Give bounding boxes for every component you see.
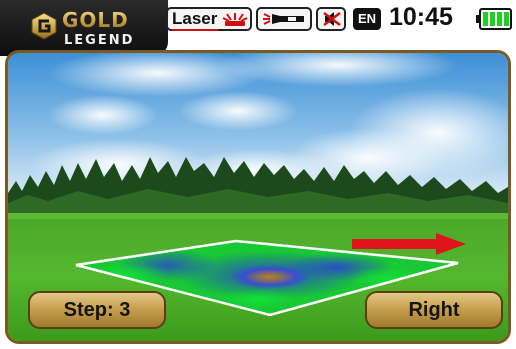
language-indicator[interactable]: EN [353,8,381,30]
laser-status-button[interactable]: Laser [166,7,252,31]
brand-name-gold: GOLD [62,8,129,32]
device-screen: GOLD LEGEND Laser EN 10:45 Step: 3 Right [0,0,516,349]
clock-time: 10:45 [389,3,453,31]
scan-viewport: Step: 3 Right [5,50,511,344]
gold-legend-logo-icon [31,12,57,40]
brand-name-legend: LEGEND [64,33,135,48]
status-bar: GOLD LEGEND Laser EN 10:45 [0,0,516,56]
direction-indicator: Right [365,291,503,329]
laser-label: Laser [172,9,218,28]
sound-status-button[interactable] [316,7,346,31]
laser-underline [172,29,218,31]
step-indicator: Step: 3 [28,291,166,329]
brand-logo: GOLD LEGEND [0,0,168,56]
sound-muted-icon [323,12,341,26]
flashlight-status-button[interactable] [256,7,312,31]
flashlight-icon [263,13,304,25]
battery-icon [476,8,512,30]
laser-icon [222,13,248,26]
